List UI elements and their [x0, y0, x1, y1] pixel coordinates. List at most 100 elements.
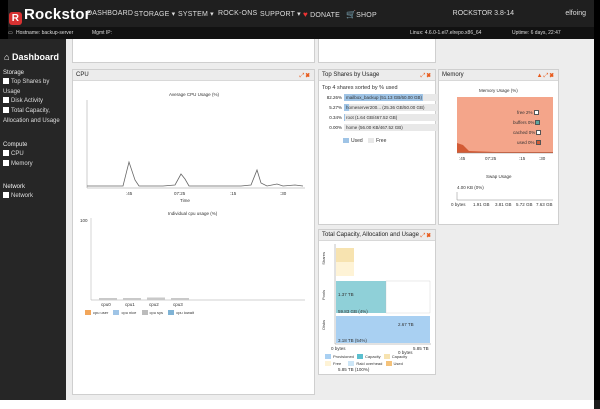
legend-label: free 2% [517, 110, 533, 115]
legend-label: cpu iowait [176, 310, 194, 315]
nav-support[interactable]: SUPPORT ▾ [260, 10, 301, 18]
legend-label: Provisioned [333, 354, 354, 359]
right-border [594, 0, 600, 400]
indiv-y-tick: 100 [80, 218, 88, 223]
memory-legend-cached: cached 0% [513, 130, 542, 135]
sidebar-item-disk-activity[interactable]: Disk Activity [3, 96, 65, 106]
share-label: home (56.00 KB/467.52 GB) [346, 125, 403, 130]
nav-donate-label: DONATE [310, 12, 340, 19]
user-menu[interactable]: elfoing [565, 10, 586, 17]
legend-label: Free [333, 361, 342, 366]
indiv-cpu-chart [90, 218, 305, 301]
sidebar-group-storage: Storage [3, 70, 25, 76]
capacity-legend: Provisioned Capacity Capacity [325, 354, 407, 359]
row-label-disks: Disks [321, 320, 326, 330]
share-pct: 0.34% [329, 115, 342, 120]
share-row[interactable]: 0.34% root (1.64 GB/467.52 GB) [322, 114, 440, 121]
sidebar-item-memory[interactable]: Memory [3, 159, 65, 169]
legend-swatch [385, 361, 392, 366]
dashboard-main: CPU ⤢✖ Average CPU Usage (%) :45 07:25 :1… [66, 39, 600, 409]
indiv-x-tick: cpu0 [101, 302, 111, 307]
memory-legend-used: used 0% [517, 140, 541, 145]
sidebar-item-top-shares[interactable]: Top Shares by Usage [3, 77, 65, 97]
nav-shop[interactable]: 🛒SHOP [346, 10, 377, 19]
legend-swatch [141, 310, 148, 315]
memory-widget-title: Memory [442, 72, 464, 78]
uptime-label: Uptime: 6 days, 22:47 [512, 30, 561, 36]
warning-icon: ▲ [536, 73, 544, 79]
top-shares-widget: Top Shares by Usage ⤢✖ Top 4 shares sorte… [318, 69, 440, 225]
app-logo[interactable]: R Rockstor [9, 6, 91, 25]
share-label: homeserver200... (25.36 GB/50.00 GB) [346, 105, 425, 110]
legend-label: Free [376, 138, 387, 144]
memory-usage-chart [457, 97, 553, 154]
close-icon[interactable]: ✖ [426, 233, 432, 239]
close-icon[interactable]: ✖ [305, 73, 311, 79]
sidebar-title-text: Dashboard [11, 52, 59, 62]
sidebar-item-label: Top Shares by Usage [3, 79, 50, 95]
nav-rock-ons[interactable]: ROCK-ONS [218, 10, 257, 17]
checkbox-icon [3, 160, 9, 166]
avg-x-tick: :45 [126, 191, 133, 196]
checkbox-icon [3, 192, 9, 198]
avg-x-label: Time [180, 198, 190, 203]
sidebar-item-cpu[interactable]: CPU [3, 149, 65, 159]
share-pct: 0.00% [329, 125, 342, 130]
legend-swatch [383, 354, 390, 359]
cpu-widget-title: CPU [76, 72, 89, 78]
hostname-label: Hostname: backup-server [16, 30, 74, 36]
memory-x-tick: :30 [539, 156, 546, 161]
shares-legend: Used Free [343, 138, 386, 144]
legend-label: cpu sys [149, 310, 164, 315]
share-row[interactable]: 82.26% mailbox_backup (51.13 GB/60.00 GB) [322, 94, 440, 101]
monitor-icon: ▭ [8, 30, 13, 36]
sidebar-item-label: Network [11, 193, 34, 199]
nav-system[interactable]: SYSTEM ▾ [178, 10, 214, 18]
widget-controls: ⤢✖ [421, 71, 432, 82]
nav-storage[interactable]: STORAGE ▾ [134, 10, 175, 18]
share-label: root (1.64 GB/467.52 GB) [346, 115, 398, 120]
shares-free-label: 59.83 GB (4%) [338, 309, 368, 314]
capacity-x-tick: 0 bytes [331, 346, 346, 351]
share-pct: 82.26% [326, 95, 342, 100]
capacity-legend-2: Free Raid overhead Used [325, 361, 403, 366]
sidebar-item-label: Total Capacity, Allocation and Usage [3, 108, 60, 124]
indiv-legend: cpu user cpu nice cpu sys cpu iowait [85, 310, 194, 315]
cpu-widget-header: CPU ⤢✖ [73, 70, 314, 81]
memory-x-tick: :15 [519, 156, 526, 161]
disks-used-label: 5.85 TB (100%) [338, 367, 370, 372]
share-row[interactable]: 5.27% homeserver200... (25.36 GB/50.00 GB… [322, 104, 440, 111]
checkbox-icon [3, 97, 9, 103]
memory-usage-title: Memory Usage (%) [479, 88, 518, 93]
sidebar-item-network[interactable]: Network [3, 191, 65, 201]
checkbox-icon [3, 78, 9, 84]
checkbox-icon [3, 107, 9, 113]
shares-used-label: 1.37 TB [338, 292, 354, 297]
widget-controls: ⤢✖ [300, 71, 311, 82]
avg-x-tick: :30 [280, 191, 287, 196]
close-icon[interactable]: ✖ [426, 73, 432, 79]
memory-widget: Memory ▲⤢✖ Memory Usage (%) free 2% buffe… [438, 69, 559, 225]
indiv-cpu-chart-title: Individual cpu usage (%) [168, 211, 218, 216]
sidebar-item-total-capacity[interactable]: Total Capacity, Allocation and Usage [3, 106, 65, 126]
sidebar-item-label: CPU [11, 151, 24, 157]
legend-label: Used [351, 138, 363, 144]
legend-swatch [348, 361, 355, 366]
share-row[interactable]: 0.00% home (56.00 KB/467.52 GB) [322, 124, 440, 131]
memory-x-tick: 07:25 [485, 156, 497, 161]
legend-swatch [533, 110, 539, 115]
legend-label: used 0% [517, 140, 535, 145]
close-icon[interactable]: ✖ [549, 73, 555, 79]
capacity-widget-header: Total Capacity, Allocation and Usage ⤢✖ [319, 230, 435, 241]
mgmt-ip-label: Mgmt IP: [92, 30, 113, 36]
legend-swatch [536, 130, 542, 135]
nav-dashboard[interactable]: DASHBOARD [87, 10, 133, 17]
legend-swatch [325, 354, 331, 359]
widget-controls: ▲⤢✖ [537, 71, 555, 82]
nav-donate[interactable]: ♥ DONATE [303, 10, 340, 19]
nav-shop-label: SHOP [356, 12, 377, 19]
widget-partial-top-left [72, 39, 315, 63]
indiv-x-tick: cpu1 [125, 302, 135, 307]
sidebar-group-compute: Compute [3, 142, 28, 148]
indiv-x-tick: cpu2 [149, 302, 159, 307]
